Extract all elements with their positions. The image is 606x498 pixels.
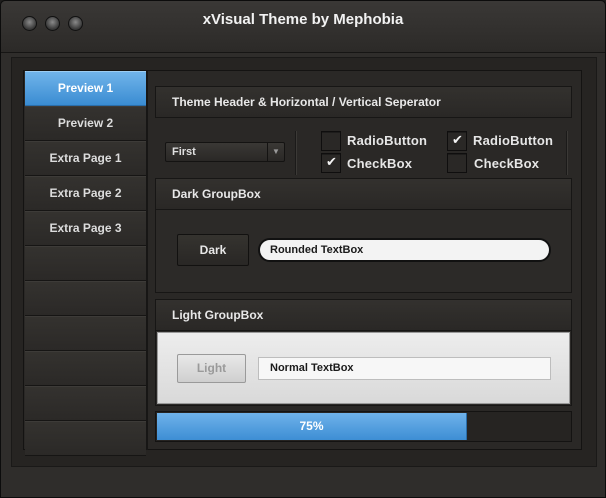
rounded-textbox[interactable]: Rounded TextBox: [258, 238, 551, 262]
checkbox-right[interactable]: [447, 153, 467, 173]
vertical-separator: [566, 131, 568, 175]
light-groupbox-header: Light GroupBox: [155, 299, 572, 331]
sidebar-item-empty: [25, 421, 146, 456]
progress-bar: 75%: [155, 411, 572, 442]
sidebar-item-empty: [25, 351, 146, 386]
theme-header: Theme Header & Horizontal / Vertical Sep…: [155, 86, 572, 118]
checkbox-left[interactable]: ✔: [321, 153, 341, 173]
checkbox-left-label[interactable]: CheckBox: [347, 156, 412, 171]
title-bar[interactable]: xVisual Theme by Mephobia: [1, 1, 605, 53]
radio-button-right[interactable]: ✔: [447, 131, 467, 151]
check-mark-icon: ✔: [326, 154, 337, 169]
sidebar-item-extra-page-3[interactable]: Extra Page 3: [25, 211, 146, 246]
sidebar-item-extra-page-2[interactable]: Extra Page 2: [25, 176, 146, 211]
sidebar-item-empty: [25, 316, 146, 351]
sidebar: Preview 1 Preview 2 Extra Page 1 Extra Page…: [25, 71, 146, 456]
dark-button[interactable]: Dark: [177, 234, 249, 266]
sidebar-item-empty: [25, 246, 146, 281]
vertical-separator: [295, 131, 297, 175]
check-mark-icon: ✔: [452, 132, 463, 147]
light-button[interactable]: Light: [177, 354, 246, 383]
sidebar-divider: [146, 71, 148, 450]
dark-groupbox-header: Dark GroupBox: [155, 178, 572, 210]
sidebar-item-preview-1[interactable]: Preview 1: [25, 71, 146, 106]
checkbox-right-label[interactable]: CheckBox: [474, 156, 539, 171]
sidebar-item-empty: [25, 386, 146, 421]
sidebar-item-empty: [25, 281, 146, 316]
chevron-down-icon[interactable]: ▼: [267, 143, 284, 161]
window-title: xVisual Theme by Mephobia: [202, 11, 404, 28]
normal-textbox[interactable]: Normal TextBox: [258, 357, 551, 380]
progress-label: 75%: [299, 419, 324, 433]
radio-button-left-label[interactable]: RadioButton: [347, 133, 427, 148]
radio-button-left[interactable]: [321, 131, 341, 151]
sidebar-item-extra-page-1[interactable]: Extra Page 1: [25, 141, 146, 176]
first-combobox[interactable]: First ▼: [165, 142, 285, 162]
radio-button-right-label[interactable]: RadioButton: [473, 133, 553, 148]
sidebar-item-preview-2[interactable]: Preview 2: [25, 106, 146, 141]
combobox-value: First: [172, 146, 196, 158]
